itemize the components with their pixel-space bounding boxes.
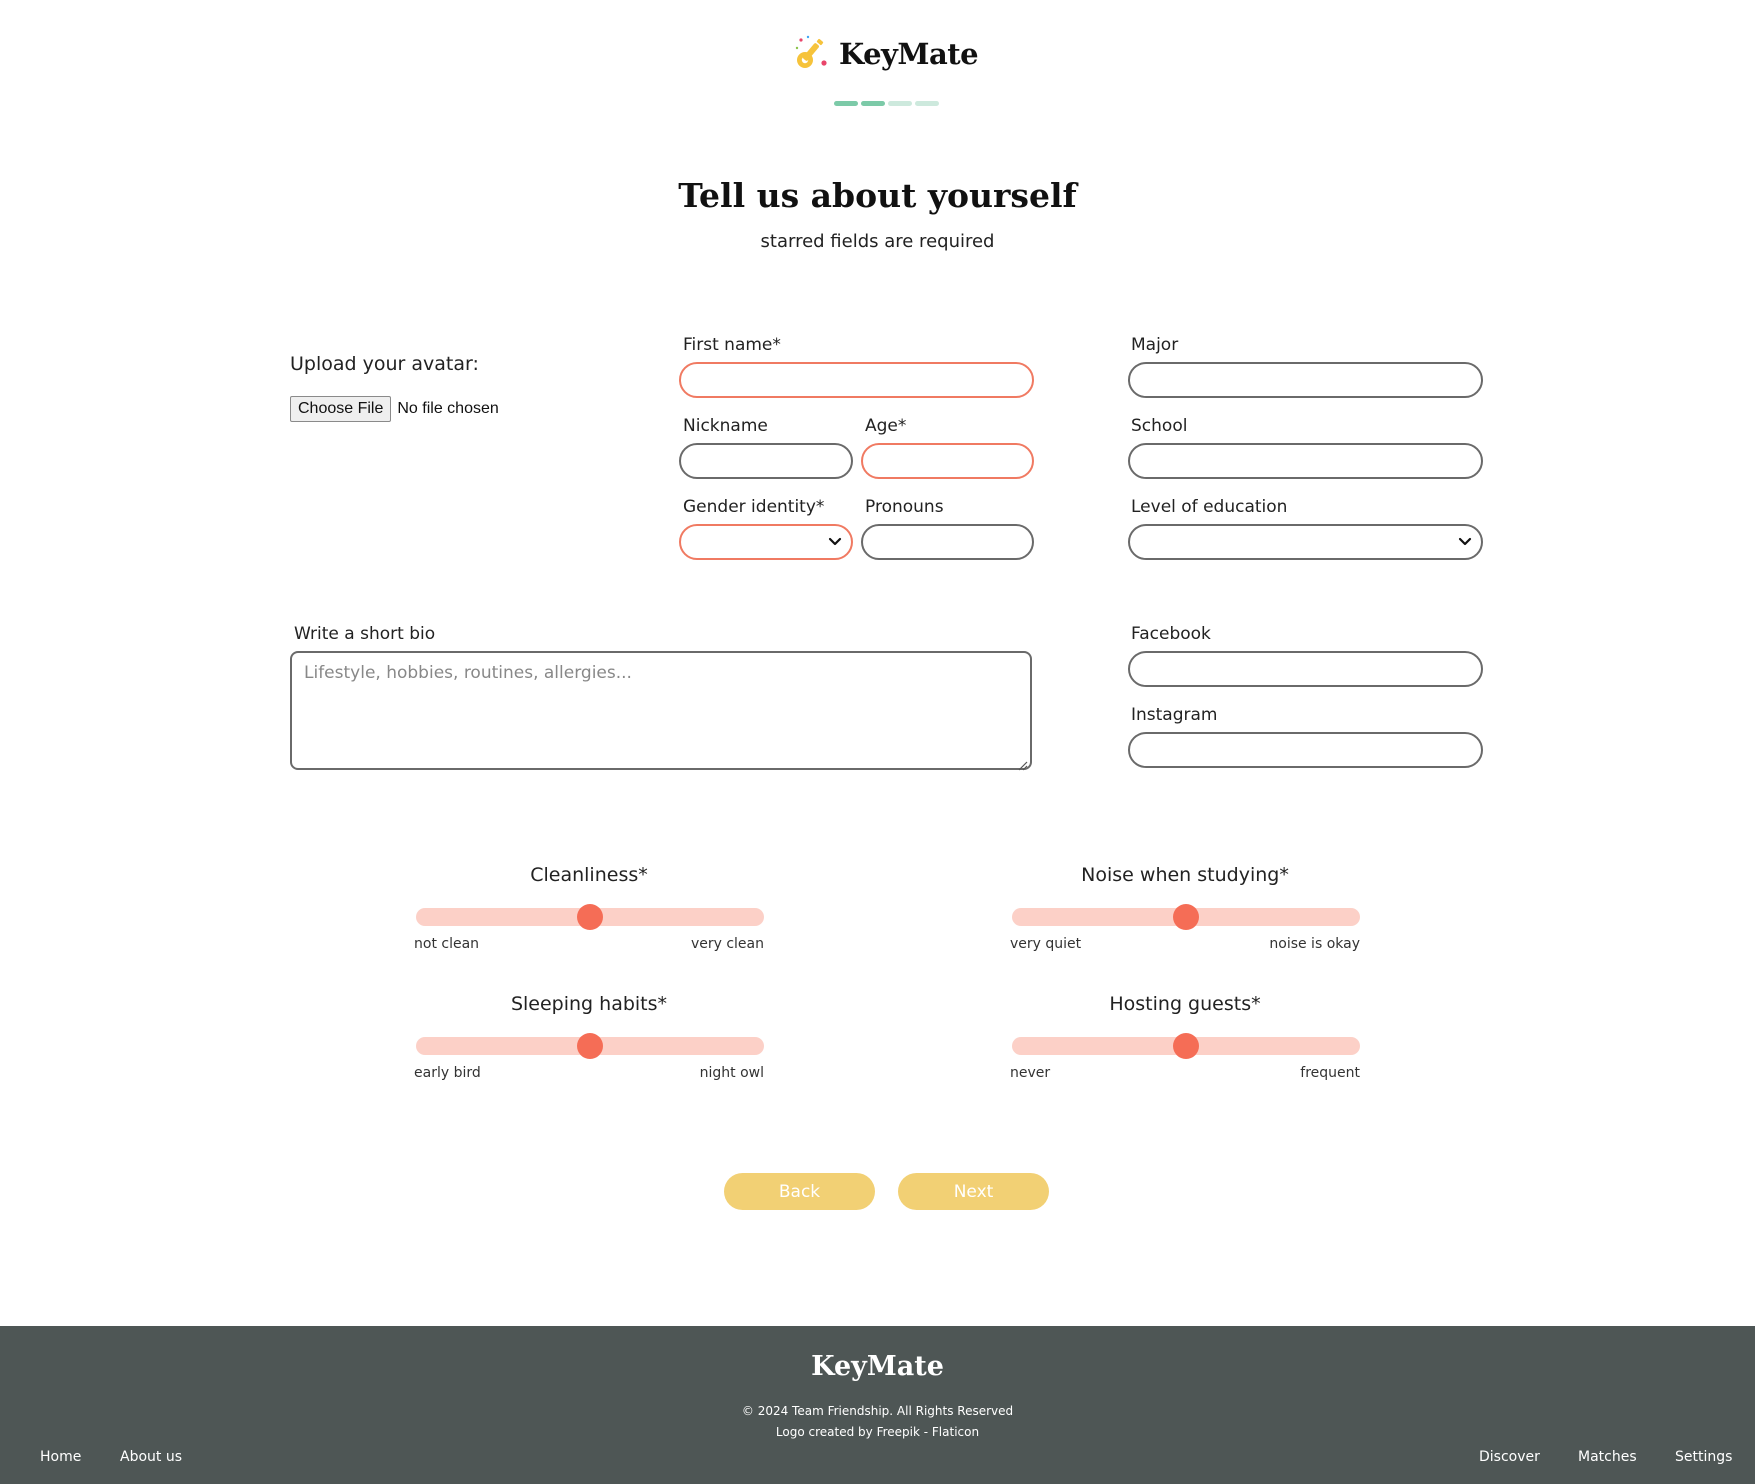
major-input[interactable] (1128, 362, 1483, 398)
chevron-down-icon (827, 533, 843, 549)
next-button[interactable]: Next (898, 1173, 1049, 1210)
facebook-label: Facebook (1131, 624, 1211, 644)
page-title: Tell us about yourself (678, 176, 1077, 215)
page-subtitle: starred fields are required (760, 231, 995, 252)
instagram-input[interactable] (1128, 732, 1483, 768)
school-label: School (1131, 416, 1188, 436)
footer-credit[interactable]: Logo created by Freepik - Flaticon (0, 1425, 1755, 1439)
school-input[interactable] (1128, 443, 1483, 479)
facebook-input[interactable] (1128, 651, 1483, 687)
slider-title: Cleanliness* (530, 864, 648, 886)
footer-copyright: © 2024 Team Friendship. All Rights Reser… (741, 1404, 1014, 1418)
file-status: No file chosen (397, 400, 499, 417)
nickname-input[interactable] (679, 443, 853, 479)
slider-max-label: noise is okay (1269, 936, 1360, 952)
gender-identity-label: Gender identity* (683, 497, 825, 517)
level-of-education-label: Level of education (1131, 497, 1288, 517)
slider-thumb[interactable] (577, 1033, 603, 1059)
slider-min-label: not clean (414, 936, 480, 952)
instagram-label: Instagram (1131, 705, 1218, 725)
footer-link-discover[interactable]: Discover (1479, 1449, 1540, 1465)
brand-logo[interactable]: KeyMate (793, 32, 979, 76)
slider-thumb[interactable] (1173, 904, 1199, 930)
age-label: Age* (865, 416, 907, 436)
slider-thumb[interactable] (1173, 1033, 1199, 1059)
resize-handle-icon[interactable] (1018, 756, 1028, 771)
bio-textarea[interactable]: Lifestyle, hobbies, routines, allergies.… (290, 651, 1032, 771)
avatar-upload: Choose File No file chosen (290, 396, 499, 422)
slider-title: Hosting guests* (1109, 993, 1261, 1015)
progress-step (861, 101, 885, 106)
pronouns-input[interactable] (861, 524, 1034, 560)
level-of-education-select[interactable] (1128, 524, 1483, 560)
step-progress (834, 101, 939, 106)
footer-link-settings[interactable]: Settings (1675, 1449, 1732, 1465)
slider-thumb[interactable] (577, 904, 603, 930)
footer-brand: KeyMate (811, 1351, 944, 1382)
footer-link-about-us[interactable]: About us (120, 1449, 182, 1465)
progress-step (834, 101, 858, 106)
progress-step (888, 101, 912, 106)
slider-min-label: early bird (414, 1065, 481, 1081)
bio-placeholder: Lifestyle, hobbies, routines, allergies.… (304, 663, 632, 683)
footer: KeyMate © 2024 Team Friendship. All Righ… (0, 1326, 1755, 1484)
slider-min-label: very quiet (1010, 936, 1082, 952)
slider-title: Noise when studying* (1081, 864, 1289, 886)
brand-name: KeyMate (839, 37, 979, 71)
slider-max-label: very clean (690, 936, 764, 952)
slider-min-label: never (1010, 1065, 1051, 1081)
gender-identity-select[interactable] (679, 524, 853, 560)
choose-file-button[interactable]: Choose File (290, 396, 392, 422)
slider-title: Sleeping habits* (510, 993, 668, 1015)
progress-step (915, 101, 939, 106)
slider-max-label: night owl (699, 1065, 764, 1081)
key-icon (793, 32, 833, 76)
header: KeyMate (0, 0, 1755, 120)
nickname-label: Nickname (683, 416, 768, 436)
footer-link-matches[interactable]: Matches (1578, 1449, 1637, 1465)
avatar-label: Upload your avatar: (290, 353, 479, 375)
major-label: Major (1131, 335, 1179, 355)
first-name-input[interactable] (679, 362, 1034, 398)
bio-label: Write a short bio (294, 624, 436, 644)
back-button[interactable]: Back (724, 1173, 875, 1210)
slider-max-label: frequent (1300, 1065, 1360, 1081)
age-input[interactable] (861, 443, 1034, 479)
first-name-label: First name* (683, 335, 781, 355)
pronouns-label: Pronouns (865, 497, 944, 517)
chevron-down-icon (1457, 533, 1473, 549)
footer-link-home[interactable]: Home (40, 1449, 81, 1465)
